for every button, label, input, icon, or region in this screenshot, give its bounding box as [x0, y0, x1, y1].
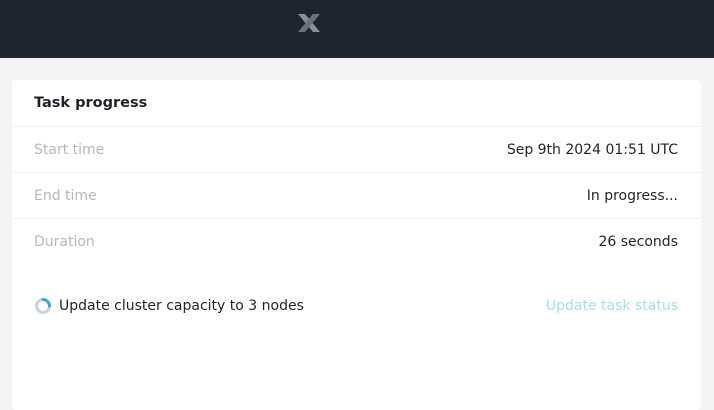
- duration-row: Duration 26 seconds: [12, 218, 701, 265]
- duration-label: Duration: [34, 234, 95, 250]
- end-time-value: In progress...: [586, 188, 678, 204]
- update-task-status-link[interactable]: Update task status: [546, 298, 678, 314]
- card-title: Task progress: [34, 95, 148, 111]
- loading-spinner-icon: [35, 298, 51, 314]
- duration-value: 26 seconds: [598, 234, 679, 250]
- top-navigation-bar: [0, 0, 714, 58]
- start-time-label: Start time: [34, 142, 105, 158]
- task-item: Update cluster capacity to 3 nodes: [34, 296, 304, 316]
- start-time-row: Start time Sep 9th 2024 01:51 UTC: [12, 126, 701, 173]
- task-progress-card: Task progress Start time Sep 9th 2024 01…: [12, 80, 701, 410]
- end-time-row: End time In progress...: [12, 172, 701, 219]
- end-time-label: End time: [34, 188, 97, 204]
- task-label: Update cluster capacity to 3 nodes: [59, 298, 304, 314]
- nutanix-x-logo-icon[interactable]: [296, 12, 322, 34]
- start-time-value: Sep 9th 2024 01:51 UTC: [506, 142, 678, 158]
